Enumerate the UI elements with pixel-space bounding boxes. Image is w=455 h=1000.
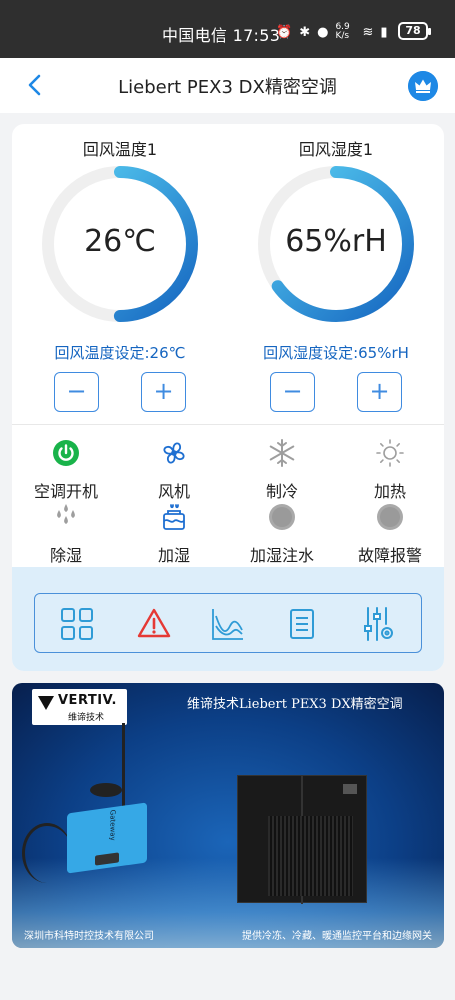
bluetooth-icon: ✱ — [299, 24, 311, 40]
temperature-increase-button[interactable]: + — [141, 372, 186, 412]
snowflake-icon — [269, 439, 295, 467]
temperature-decrease-button[interactable]: − — [54, 372, 99, 412]
temperature-setpoint: 回风温度设定:26℃ — [54, 344, 186, 362]
status-label: 加湿 — [157, 546, 190, 565]
status-icons: ⏰ ✱ ● 6.9 K/s ≋ ▮ — [276, 23, 388, 41]
toolbar-area — [12, 567, 444, 671]
location-icon: ● — [317, 24, 329, 40]
logo-text: VERTIV. — [58, 693, 117, 708]
status-label: 加热 — [373, 482, 406, 501]
carrier-time: 中国电信 17:53 — [162, 26, 281, 45]
antenna-image — [122, 723, 125, 808]
trend-chart-icon[interactable] — [208, 604, 248, 644]
status-label: 故障报警 — [357, 546, 422, 565]
status-label: 风机 — [157, 482, 190, 501]
indicator-dot-icon — [269, 504, 295, 530]
status-item-humidify: 加湿 — [120, 502, 228, 566]
antenna-base-image — [90, 783, 122, 797]
banner-footer-left: 深圳市科特时控技术有限公司 — [24, 931, 154, 942]
precision-ac-cabinet-image — [237, 775, 367, 904]
power-icon — [53, 440, 79, 466]
cabinet-screen — [343, 784, 357, 794]
status-item-fan: 风机 — [120, 438, 228, 502]
alarm-warning-icon[interactable] — [134, 604, 174, 644]
fan-icon — [163, 442, 185, 464]
gauge-value: 26℃ — [84, 224, 156, 259]
status-bar: 中国电信 17:53 ⏰ ✱ ● 6.9 K/s ≋ ▮ 78 — [0, 0, 455, 58]
status-item-cooling: 制冷 — [228, 438, 336, 502]
gateway-label: Gateway — [108, 809, 117, 842]
status-label: 除湿 — [49, 546, 82, 565]
banner-footer: 深圳市科特时控技术有限公司 提供冷冻、冷藏、暖通监控平台和边缘网关 — [12, 927, 444, 942]
humidifier-icon — [163, 504, 185, 530]
return-air-humidity-panel: 回风湿度1 65%rH 回风湿度设定:65%rH − + — [228, 124, 444, 424]
status-label: 空调开机 — [33, 482, 98, 501]
banner-footer-right: 提供冷冻、冷藏、暖通监控平台和边缘网关 — [242, 931, 432, 942]
serial-port — [95, 852, 119, 866]
sun-icon — [376, 439, 404, 467]
grid-icon[interactable] — [57, 604, 97, 644]
gauge-label: 回风温度1 — [82, 140, 158, 159]
vertiv-logo: VERTIV. 维谛技术 — [32, 689, 127, 725]
settings-sliders-icon[interactable] — [358, 604, 398, 644]
logo-subtext: 维谛技术 — [68, 713, 105, 723]
status-label: 加湿注水 — [249, 546, 314, 565]
net-speed: 6.9 K/s — [335, 22, 350, 41]
status-item-power: 空调开机 — [12, 438, 120, 502]
status-label: 制冷 — [265, 482, 298, 501]
status-item-dehumidify: 除湿 — [12, 502, 120, 566]
gauge-value: 65%rH — [285, 224, 387, 259]
status-item-fault-alarm: 故障报警 — [336, 502, 444, 566]
cabinet-vents — [268, 816, 353, 896]
battery-level: 78 — [405, 24, 421, 37]
cable-image — [22, 823, 72, 883]
main-card: 回风温度1 26℃ 回风温度设定:26℃ − + 回风湿度1 65%rH 回风湿… — [12, 124, 444, 671]
promo-banner[interactable]: VERTIV. 维谛技术 维谛技术Liebert PEX3 DX精密空调 Gat… — [12, 683, 444, 948]
app-bar: Liebert PEX3 DX精密空调 — [0, 58, 455, 113]
alarm-icon: ⏰ — [276, 24, 293, 40]
humidity-setpoint: 回风湿度设定:65%rH — [263, 344, 409, 362]
crown-icon[interactable] — [408, 71, 438, 101]
status-grid: 空调开机 风机 制冷 加热 除湿 加湿 加湿注水 故障报警 — [12, 432, 444, 567]
gateway-device-image: Gateway — [67, 802, 147, 874]
divider — [12, 424, 444, 425]
signal-icon: ▮ — [380, 24, 388, 40]
droplets-icon — [57, 504, 75, 524]
status-item-humidifier-fill: 加湿注水 — [228, 502, 336, 566]
function-toolbar — [34, 593, 422, 653]
list-icon[interactable] — [282, 604, 322, 644]
humidity-increase-button[interactable]: + — [357, 372, 402, 412]
return-air-temperature-panel: 回风温度1 26℃ 回风温度设定:26℃ − + — [12, 124, 228, 424]
vertiv-logo-mark-icon — [38, 696, 54, 710]
status-item-heating: 加热 — [336, 438, 444, 502]
banner-title: 维谛技术Liebert PEX3 DX精密空调 — [187, 697, 403, 712]
indicator-dot-icon — [377, 504, 403, 530]
gauge-label: 回风湿度1 — [298, 140, 374, 159]
wifi-icon: ≋ — [362, 24, 374, 40]
humidity-decrease-button[interactable]: − — [270, 372, 315, 412]
page-title: Liebert PEX3 DX精密空调 — [118, 77, 337, 98]
battery-icon: 78 — [398, 22, 431, 40]
